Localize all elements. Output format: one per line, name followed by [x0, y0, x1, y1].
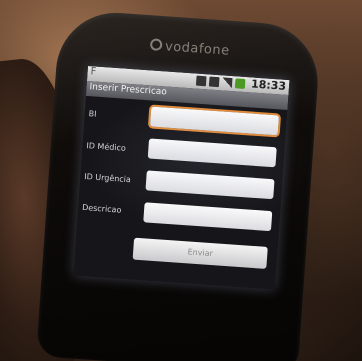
vodafone-logo-icon: [149, 38, 163, 52]
enviar-button[interactable]: Enviar: [132, 237, 268, 269]
photo-background: vodafone F 18:33 Inserir Prescricao BI I…: [0, 0, 362, 361]
id-urgencia-field[interactable]: [145, 170, 275, 200]
battery-icon: [208, 76, 220, 88]
status-time: 18:33: [250, 77, 287, 93]
id-medico-field[interactable]: [147, 138, 277, 168]
badge-icon: [234, 78, 246, 89]
phone-screen: F 18:33 Inserir Prescricao BI ID Médico …: [73, 66, 290, 290]
descricao-field[interactable]: [143, 202, 273, 232]
descricao-label: Descricao: [81, 202, 122, 215]
bi-field[interactable]: [149, 106, 280, 136]
id-urgencia-label: ID Urgência: [83, 172, 132, 185]
signal-icon: [221, 77, 233, 89]
status-icons: [195, 75, 246, 89]
notification-icon: [195, 75, 207, 87]
id-medico-label: ID Médico: [86, 141, 127, 153]
status-left-glyph: F: [90, 66, 97, 78]
bi-label: BI: [88, 109, 97, 119]
